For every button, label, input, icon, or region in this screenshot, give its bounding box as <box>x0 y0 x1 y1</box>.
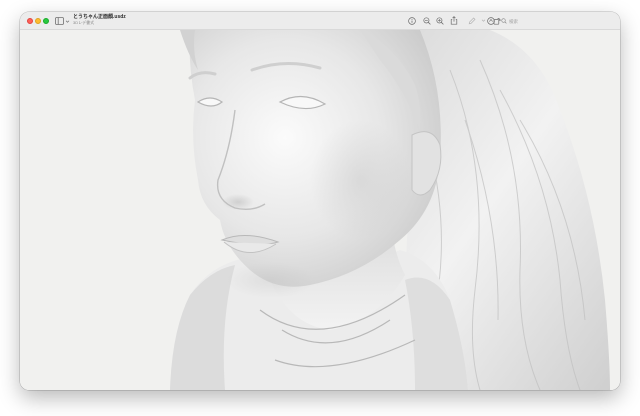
info-button[interactable] <box>407 16 416 25</box>
3d-model-bust[interactable] <box>20 30 620 390</box>
chevron-down-icon <box>65 20 70 23</box>
markup-icon <box>468 17 476 24</box>
title-bar: とうちゃん正面顔.usdz 3Dレデ書式 <box>20 12 620 30</box>
search-input[interactable] <box>509 18 547 24</box>
search-field[interactable] <box>487 16 551 26</box>
document-title-block[interactable]: とうちゃん正面顔.usdz 3Dレデ書式 <box>73 15 126 25</box>
markup-button[interactable] <box>468 16 477 25</box>
info-icon <box>407 16 416 25</box>
document-subtitle: 3Dレデ書式 <box>73 20 95 25</box>
zoom-in-button[interactable] <box>435 16 444 25</box>
minimize-button[interactable] <box>35 18 41 24</box>
zoom-out-button[interactable] <box>422 16 431 25</box>
search-icon <box>501 18 507 24</box>
ar-icon <box>487 17 495 25</box>
sidebar-toggle-button[interactable] <box>55 16 71 26</box>
zoom-in-icon <box>435 16 444 25</box>
zoom-out-icon <box>422 16 431 25</box>
share-button[interactable] <box>449 16 458 25</box>
preview-window: とうちゃん正面顔.usdz 3Dレデ書式 <box>20 12 620 390</box>
close-button[interactable] <box>27 18 33 24</box>
3d-model-viewport[interactable] <box>20 30 620 390</box>
fullscreen-button[interactable] <box>43 18 49 24</box>
sidebar-icon <box>55 17 64 25</box>
share-icon <box>450 16 457 25</box>
chevron-down-icon <box>481 19 486 22</box>
